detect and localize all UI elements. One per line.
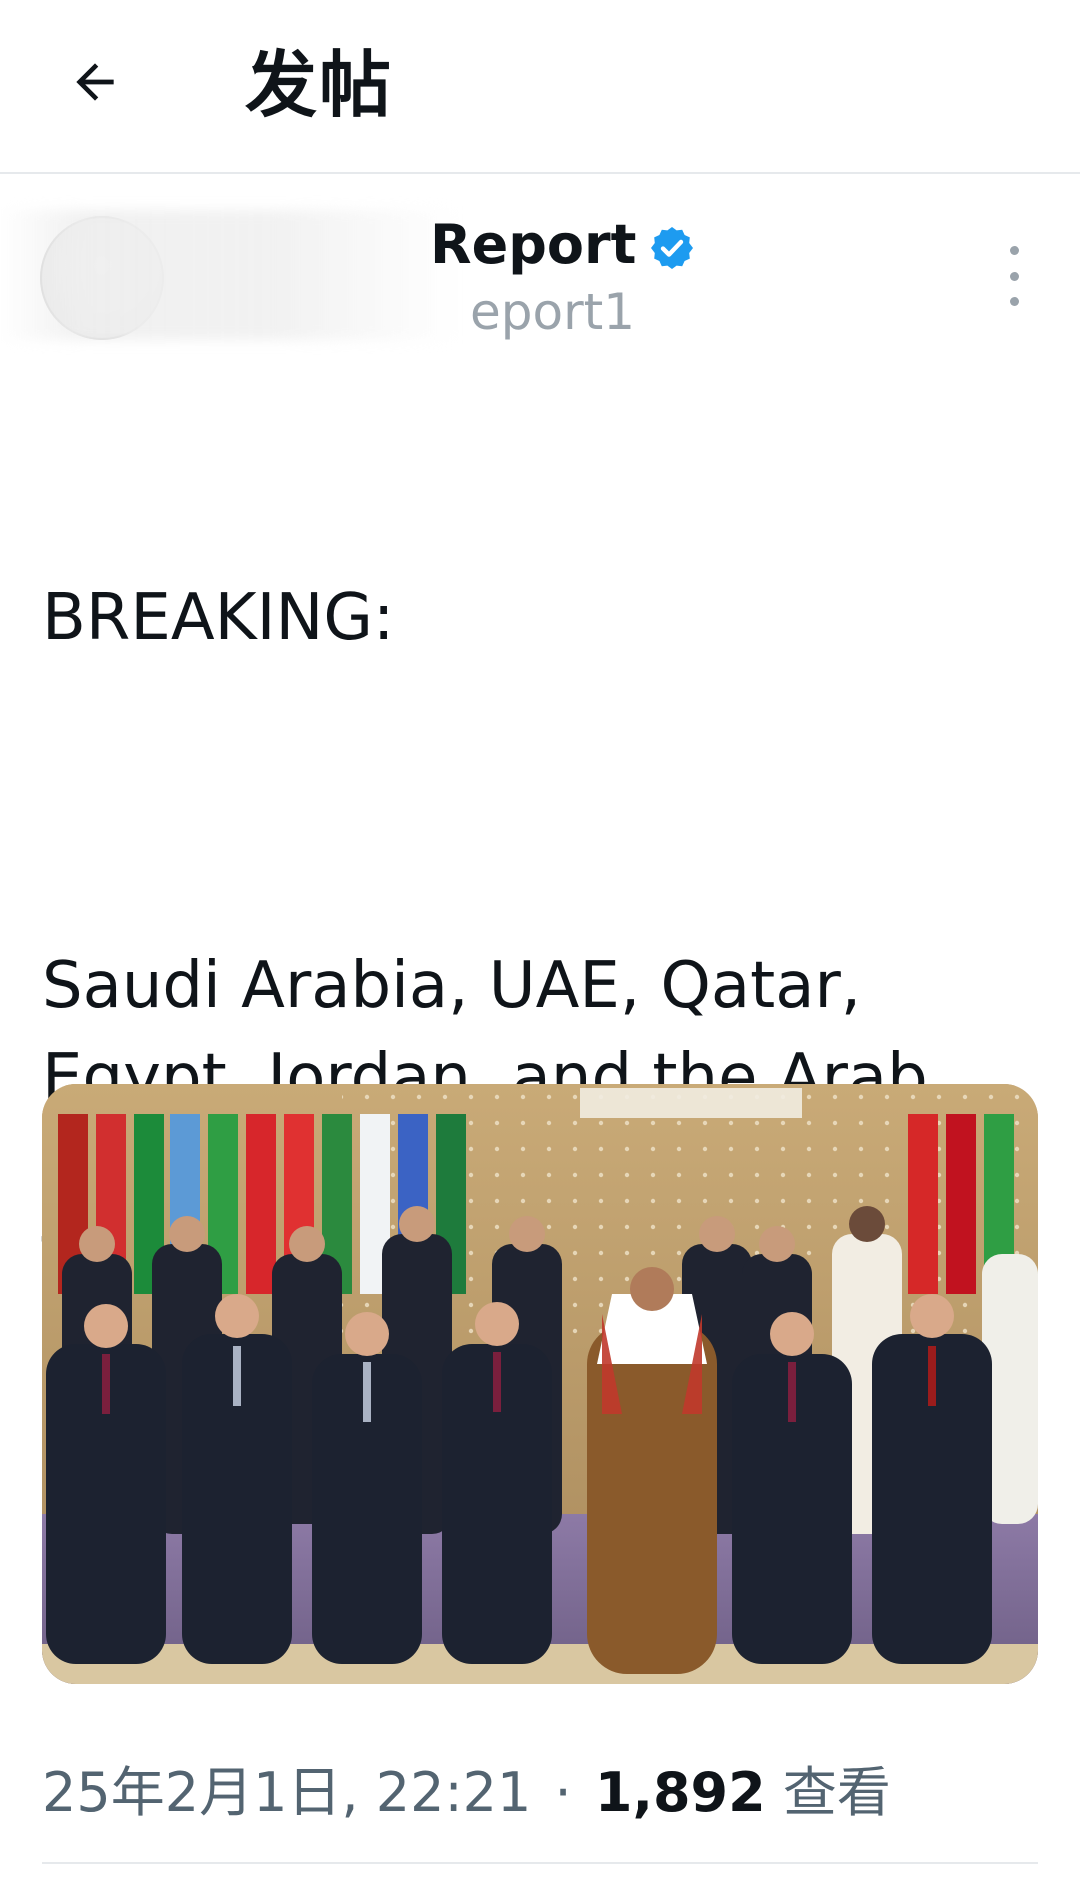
back-button[interactable] xyxy=(55,42,135,122)
group-photo-illustration xyxy=(42,1084,1038,1684)
page-title: 发帖 xyxy=(245,43,394,127)
more-vertical-icon xyxy=(1009,246,1019,255)
tweet-meta: 25年2月1日, 22:21 · 1,892 查看 xyxy=(42,1758,891,1828)
tweet-photo[interactable] xyxy=(42,1084,1038,1684)
views-count[interactable]: 1,892 xyxy=(595,1761,766,1824)
blurred-name-region xyxy=(0,210,460,340)
views-label: 查看 xyxy=(782,1761,891,1824)
divider xyxy=(42,1862,1038,1864)
more-vertical-icon xyxy=(1009,297,1019,306)
top-bar: 发帖 xyxy=(0,0,1080,174)
tweet-text-heading: BREAKING: xyxy=(42,581,395,655)
verified-badge-icon xyxy=(651,227,693,269)
more-vertical-icon xyxy=(1009,271,1019,281)
display-name[interactable]: Report xyxy=(430,210,636,280)
arrow-left-icon xyxy=(76,63,114,101)
more-options-button[interactable] xyxy=(996,246,1032,306)
timestamp[interactable]: 25年2月1日, 22:21 xyxy=(42,1761,531,1824)
handle[interactable]: eport1 xyxy=(470,280,635,344)
author-row: Report eport1 xyxy=(0,200,1080,360)
meta-separator: · xyxy=(554,1761,572,1824)
